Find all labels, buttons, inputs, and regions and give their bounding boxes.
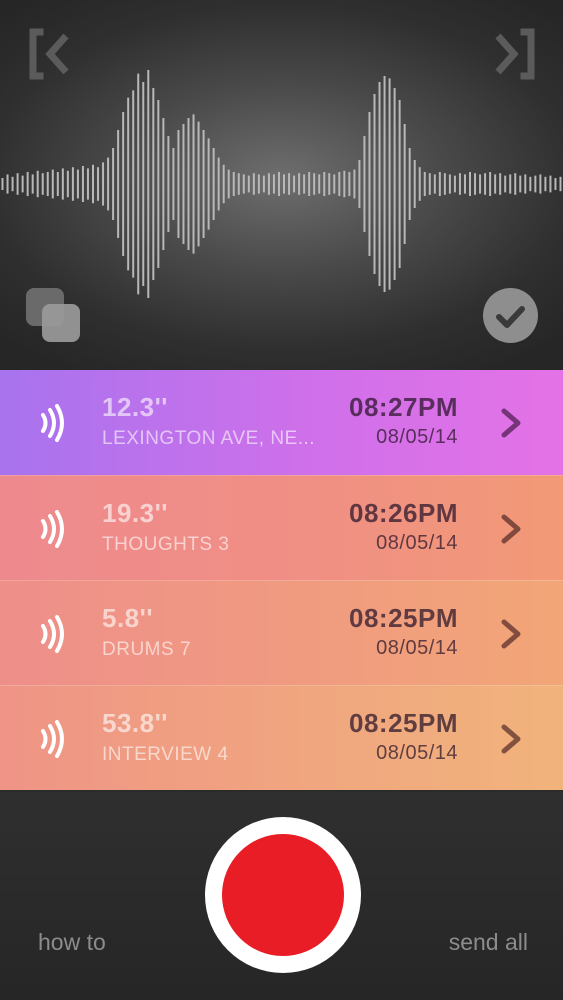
recording-time: 08:25PM (349, 603, 458, 633)
record-button-icon (222, 834, 344, 956)
recording-duration: 53.8'' (102, 708, 168, 738)
recording-time: 08:27PM (349, 392, 458, 422)
recording-duration: 19.3'' (102, 498, 168, 528)
recording-row[interactable]: 5.8'' DRUMS 7 08:25PM 08/05/14 (0, 580, 563, 685)
sound-waves-icon[interactable] (38, 614, 68, 654)
chevron-right-icon[interactable] (498, 618, 526, 650)
duplicate-icon[interactable] (24, 286, 82, 344)
sound-waves-icon[interactable] (38, 719, 68, 759)
recording-time: 08:25PM (349, 708, 458, 738)
recording-title: INTERVIEW 4 (102, 744, 229, 765)
checkmark-circle-icon[interactable] (482, 287, 539, 344)
recording-duration: 5.8'' (102, 603, 154, 633)
recording-title: LEXINGTON AVE, NE... (102, 428, 316, 449)
sound-waves-icon[interactable] (38, 509, 68, 549)
chevron-right-icon[interactable] (498, 407, 526, 439)
sound-waves-icon[interactable] (38, 403, 68, 443)
audio-waveform[interactable] (0, 58, 563, 310)
recorder-footer: how to send all (0, 792, 563, 1000)
chevron-right-icon[interactable] (498, 513, 526, 545)
recording-row[interactable]: 19.3'' THOUGHTS 3 08:26PM 08/05/14 (0, 475, 563, 580)
recording-date: 08/05/14 (376, 532, 458, 554)
recording-duration: 12.3'' (102, 392, 168, 422)
recording-row[interactable]: 12.3'' LEXINGTON AVE, NE... 08:27PM 08/0… (0, 370, 563, 475)
waveform-panel (0, 0, 563, 370)
recording-date: 08/05/14 (376, 742, 458, 764)
record-button[interactable] (205, 817, 361, 973)
how-to-link[interactable]: how to (38, 929, 106, 956)
recording-date: 08/05/14 (376, 637, 458, 659)
recording-date: 08/05/14 (376, 426, 458, 448)
recordings-list: 12.3'' LEXINGTON AVE, NE... 08:27PM 08/0… (0, 370, 563, 792)
recording-title: THOUGHTS 3 (102, 534, 230, 555)
recording-time: 08:26PM (349, 498, 458, 528)
recording-title: DRUMS 7 (102, 639, 192, 660)
recording-row[interactable]: 53.8'' INTERVIEW 4 08:25PM 08/05/14 (0, 685, 563, 790)
send-all-link[interactable]: send all (449, 929, 528, 956)
chevron-right-icon[interactable] (498, 723, 526, 755)
